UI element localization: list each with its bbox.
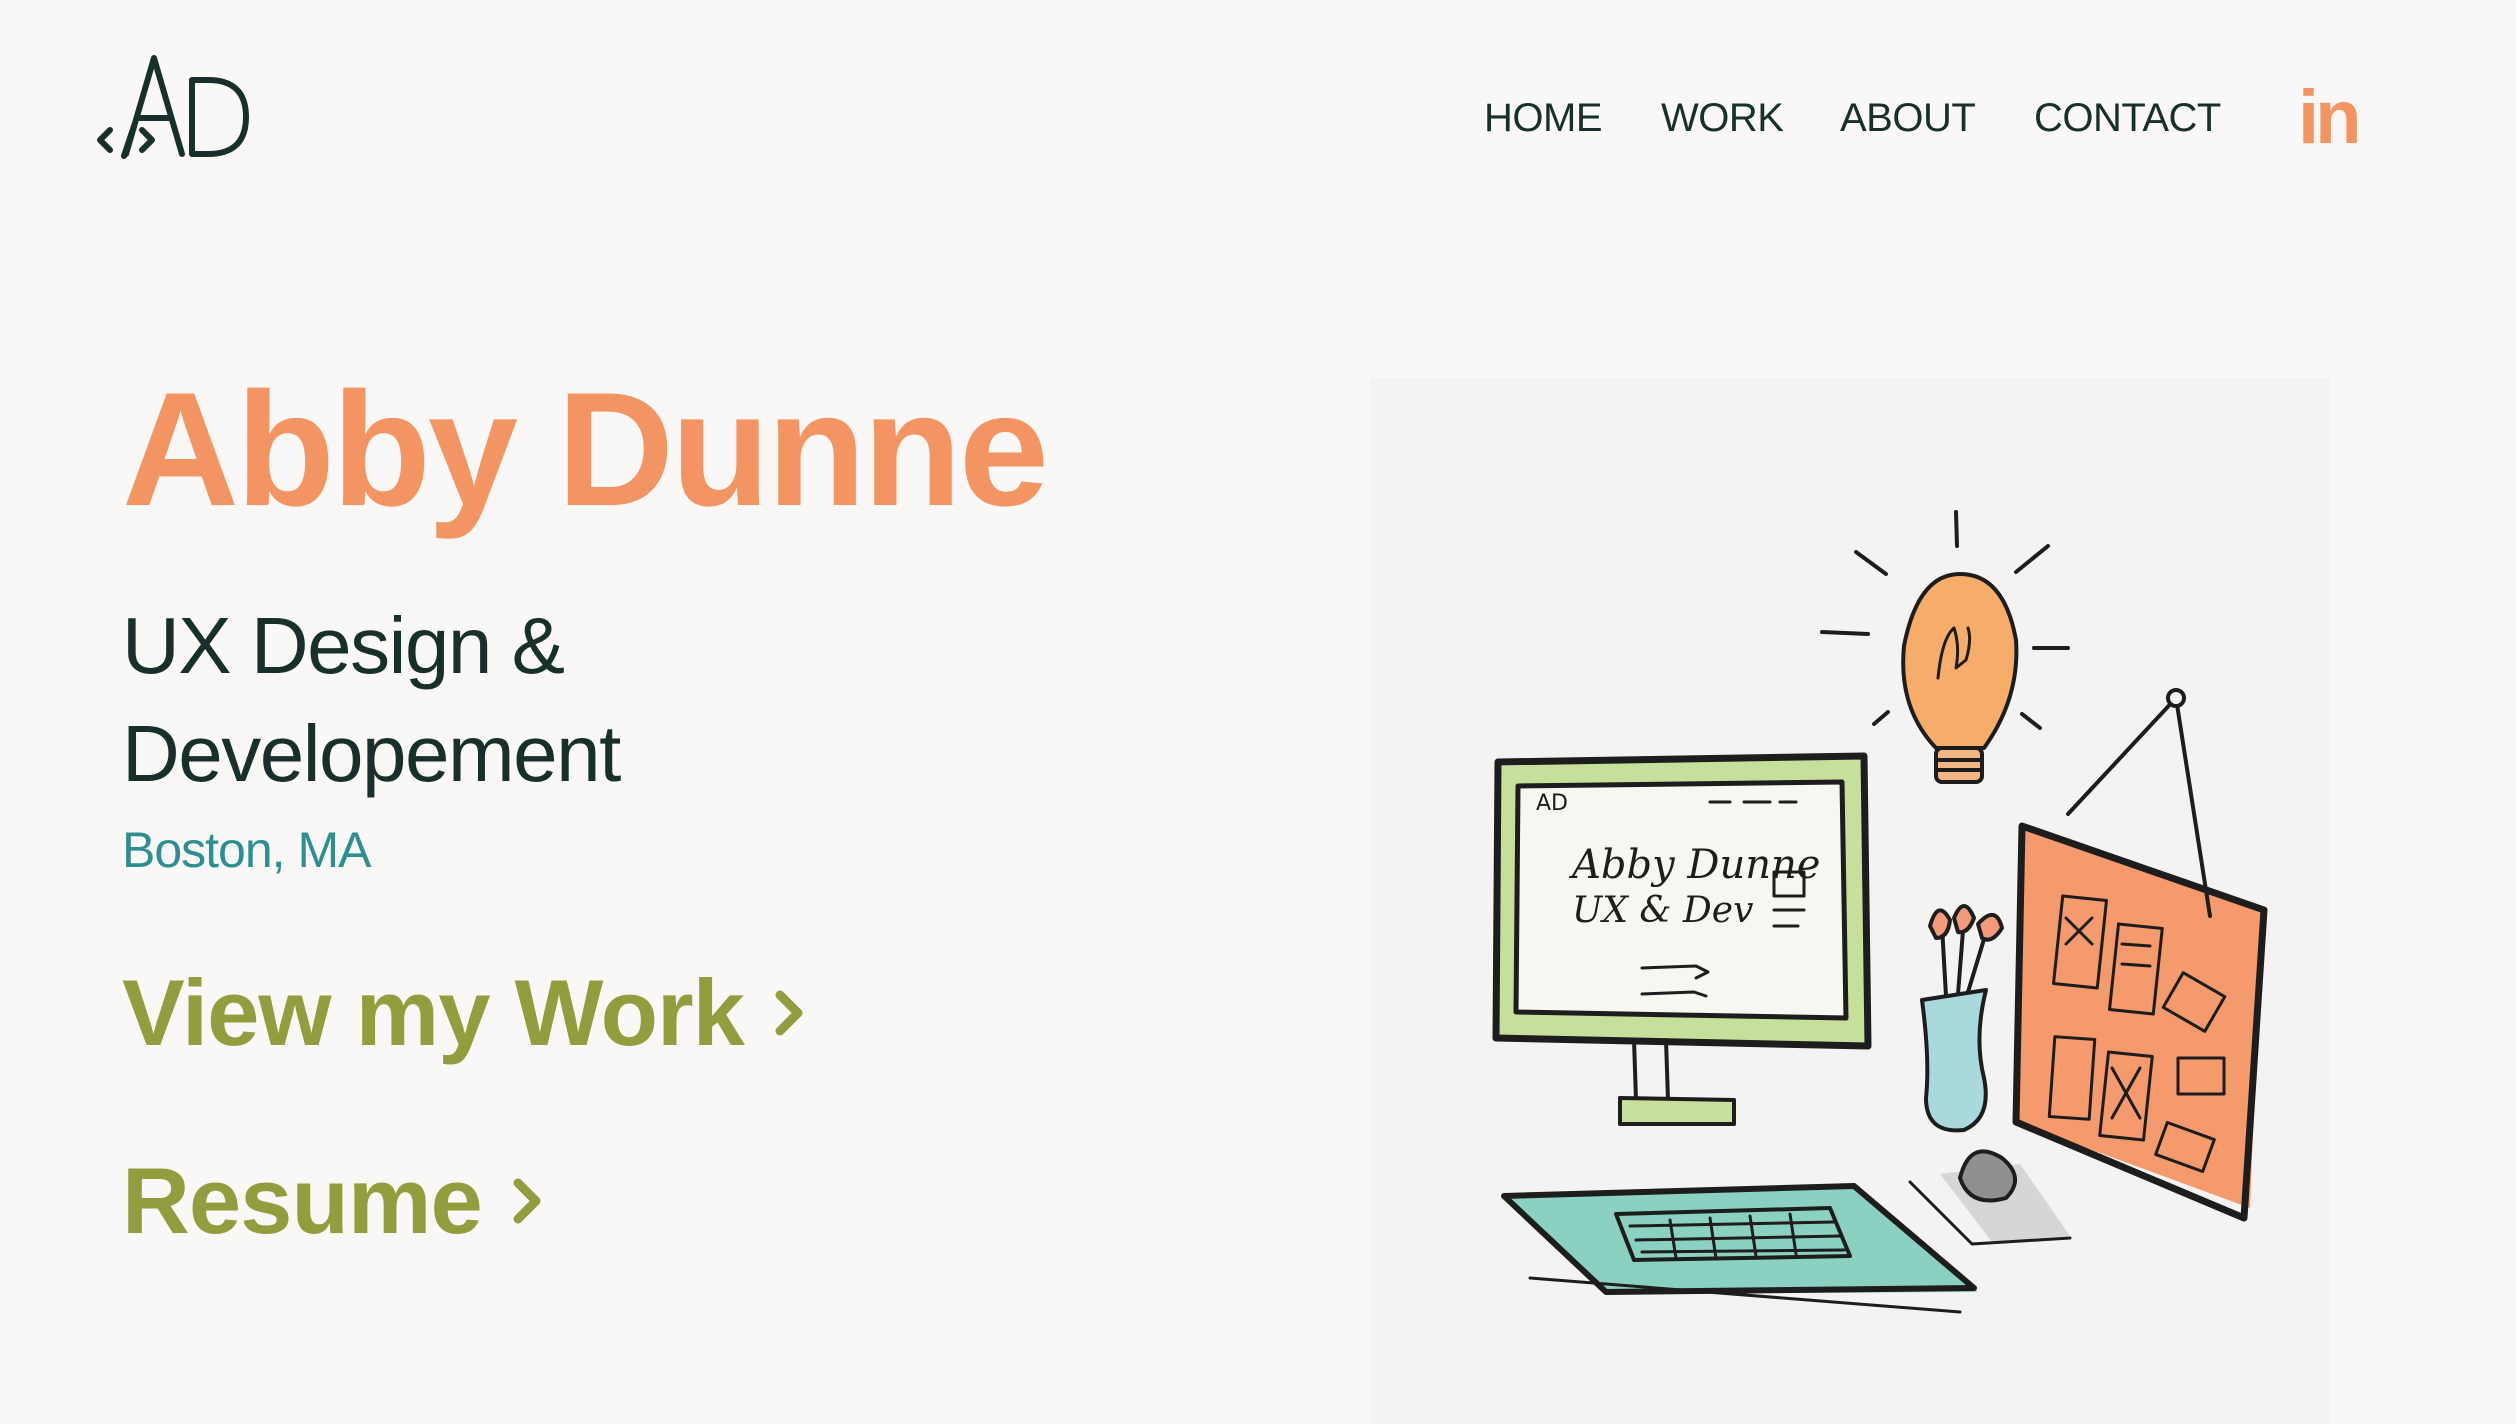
resume-link[interactable]: Resume	[122, 1146, 548, 1256]
pinboard-illustration	[2012, 688, 2268, 1222]
linkedin-icon[interactable]: in	[2298, 80, 2362, 156]
nav-work[interactable]: WORK	[1661, 92, 1784, 144]
keyboard-illustration	[1501, 1183, 1978, 1314]
mouse-illustration	[1908, 1149, 2072, 1246]
hero-role-line2: Developement	[122, 709, 621, 798]
screen-line2: UX & Dev	[1572, 890, 1753, 931]
lightbulb-icon	[1820, 510, 2070, 784]
screen-line1: Abby Dunne	[1568, 842, 1820, 888]
resume-label: Resume	[122, 1148, 483, 1253]
hero-role: UX Design & Developement	[122, 592, 822, 808]
nav-home[interactable]: HOME	[1484, 92, 1603, 144]
logo-text: AD	[96, 52, 98, 53]
nav-about[interactable]: ABOUT	[1840, 92, 1976, 144]
hero-name: Abby Dunne	[122, 359, 1049, 540]
vase-illustration	[1920, 904, 2004, 1133]
chevron-right-icon	[775, 990, 803, 1036]
desk-sketch-image: AD Abby Dunne UX & Dev	[1492, 510, 2268, 1314]
ad-logo-icon: AD	[96, 52, 249, 159]
view-work-label: View my Work	[122, 960, 745, 1065]
hero-location: Boston, MA	[122, 822, 371, 878]
hero-illustration: AD Abby Dunne UX & Dev	[1370, 378, 2330, 1424]
site-logo[interactable]: AD	[96, 52, 256, 164]
view-work-link[interactable]: View my Work	[122, 958, 810, 1068]
chevron-right-icon	[513, 1178, 541, 1224]
screen-logo: AD	[1536, 791, 1568, 816]
hero-role-line1: UX Design &	[122, 601, 565, 690]
portfolio-page: AD HOME WORK ABOUT CONTACT in Abby Dunne…	[0, 0, 2516, 1424]
nav-contact[interactable]: CONTACT	[2034, 92, 2221, 144]
monitor-illustration: AD Abby Dunne UX & Dev	[1492, 752, 1872, 1126]
